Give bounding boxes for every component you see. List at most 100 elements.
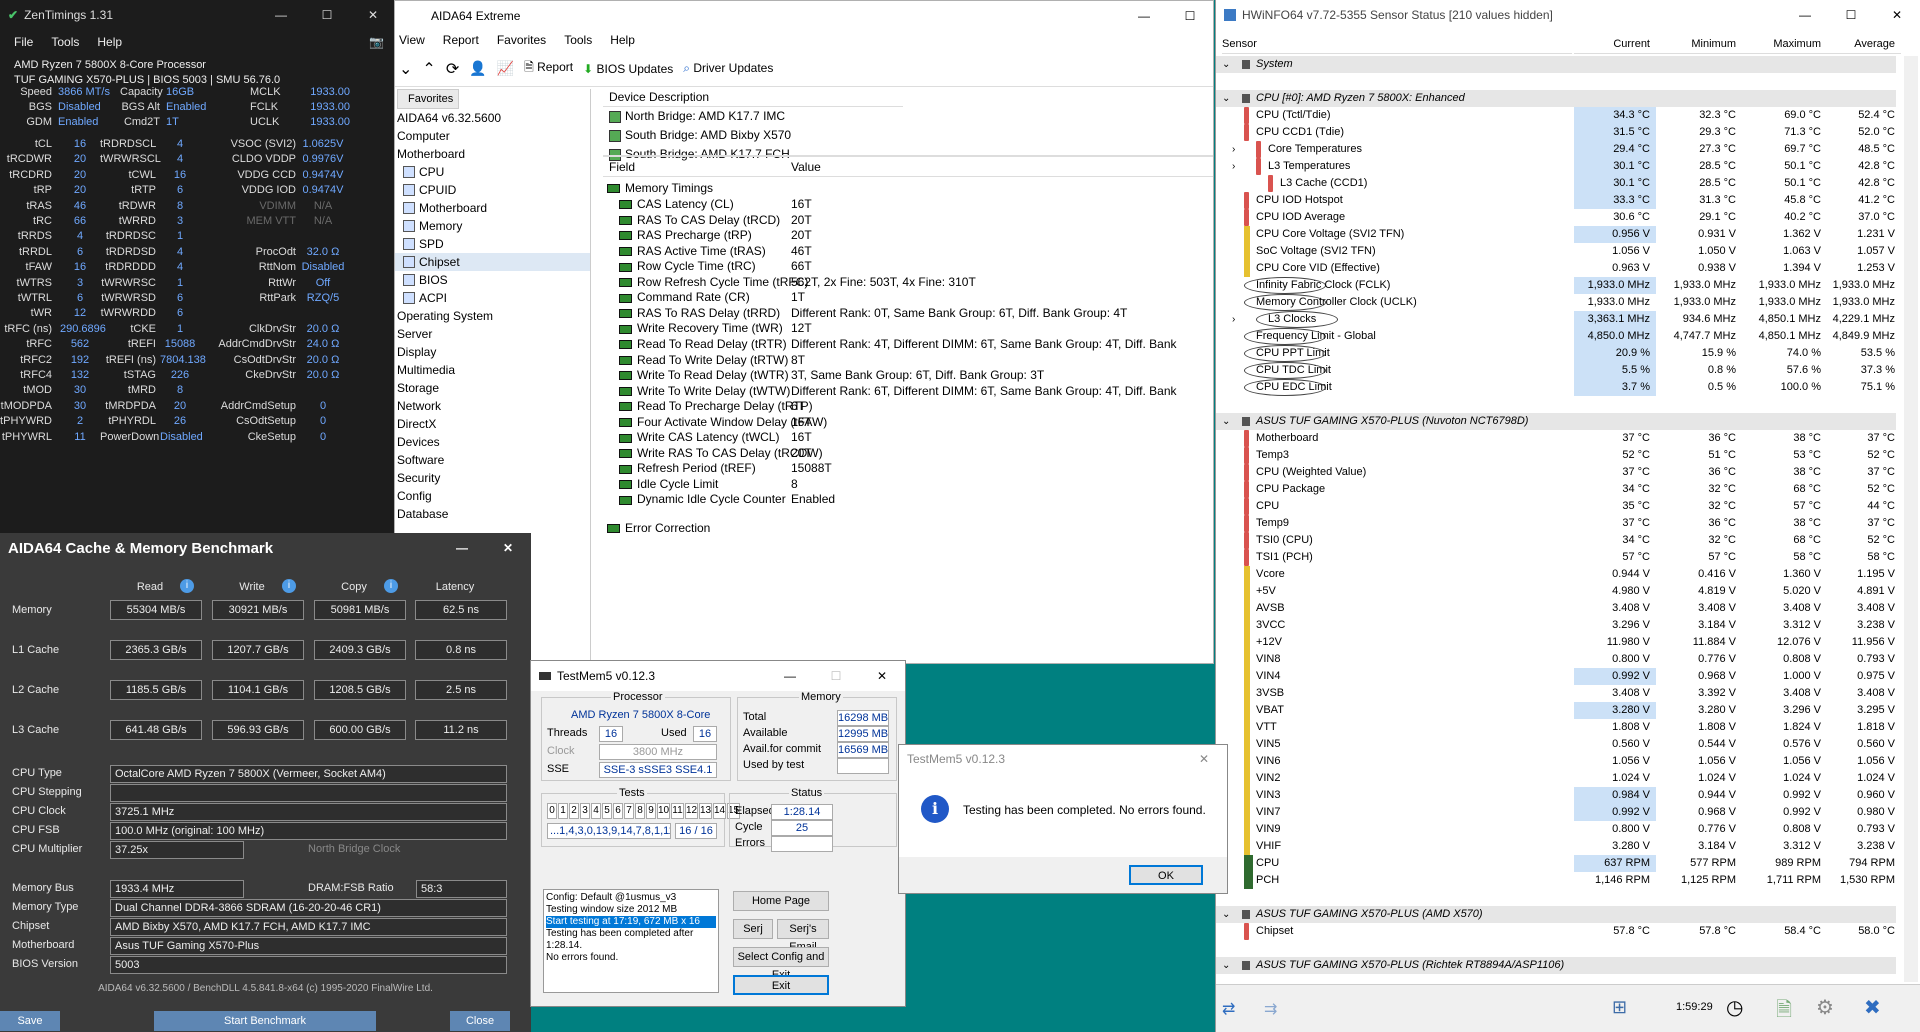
menu-tools[interactable]: Tools xyxy=(564,33,592,49)
report-icon[interactable]: 🗎 xyxy=(1776,995,1792,1029)
tree-item[interactable]: Database xyxy=(395,505,590,523)
sensor-group[interactable]: ⌄ ASUS TUF GAMING X570-PLUS (Richtek RT88… xyxy=(1216,957,1896,974)
arrows-right-icon[interactable]: ⇉ xyxy=(1264,999,1277,1019)
network-icon[interactable]: ⊞ xyxy=(1612,997,1627,1018)
collapse-chevron-icon[interactable]: ⌄ xyxy=(1222,413,1230,430)
exit-button[interactable]: Exit xyxy=(733,975,829,995)
close-icon[interactable]: ✖ xyxy=(1864,995,1881,1020)
clock-icon[interactable]: ◷ xyxy=(1726,995,1743,1020)
testmem-minimize-button[interactable]: — xyxy=(767,661,813,691)
sensor-row[interactable]: CPU CCD1 (Tdie) 31.5 °C 29.3 °C 71.3 °C 52.0… xyxy=(1216,124,1896,141)
tree-item[interactable]: Config xyxy=(395,487,590,505)
sensor-row[interactable]: VIN9 0.800 V 0.776 V 0.808 V 0.793 V xyxy=(1216,821,1896,838)
sensor-row[interactable]: CPU Core VID (Effective) 0.963 V 0.938 V 1.… xyxy=(1216,260,1896,277)
info-icon[interactable]: i xyxy=(282,579,296,593)
chevron-up-icon[interactable]: ⌃ xyxy=(422,59,435,79)
field-name[interactable]: Dynamic Idle Cycle Counter xyxy=(619,490,786,509)
device-item[interactable]: North Bridge: AMD K17.7 IMC xyxy=(603,107,1213,126)
ok-button[interactable]: OK xyxy=(1129,865,1203,885)
tree-item[interactable]: Memory xyxy=(395,217,590,235)
sensor-row[interactable]: CPU Core Voltage (SVI2 TFN) 0.956 V 0.931 … xyxy=(1216,226,1896,243)
chevron-down-icon[interactable]: ⌄ xyxy=(399,59,412,79)
sensor-row[interactable]: CPU EDC Limit 3.7 % 0.5 % 100.0 % 75.1 % xyxy=(1216,379,1896,396)
testmem-maximize-button[interactable]: ☐ xyxy=(813,661,859,691)
zentimings-titlebar[interactable]: ✔ ZenTimings 1.31 — ☐ ✕ xyxy=(0,0,396,30)
arrows-left-right-icon[interactable]: ⇄ xyxy=(1222,999,1235,1019)
field-column-header[interactable]: Field xyxy=(609,157,635,177)
start-benchmark-button[interactable]: Start Benchmark xyxy=(154,1011,376,1031)
sensor-row[interactable]: L3 Cache (CCD1) 30.1 °C 28.5 °C 50.1 °C 42.8… xyxy=(1216,175,1896,192)
tree-item[interactable]: Operating System xyxy=(395,307,590,325)
collapse-chevron-icon[interactable]: ⌄ xyxy=(1222,957,1230,974)
menu-help[interactable]: Help xyxy=(97,35,122,49)
sensor-row[interactable]: Frequency Limit - Global 4,850.0 MHz 4,747… xyxy=(1216,328,1896,345)
sensor-row[interactable]: CPU PPT Limit 20.9 % 15.9 % 74.0 % 53.5 % xyxy=(1216,345,1896,362)
minimum-column-header[interactable]: Minimum xyxy=(1656,34,1742,54)
tree-item[interactable]: CPU xyxy=(395,163,590,181)
sensor-row[interactable]: +12V 11.980 V 11.884 V 12.076 V 11.956 V xyxy=(1216,634,1896,651)
sensor-group[interactable]: ⌄ System xyxy=(1216,56,1896,73)
current-column-header[interactable]: Current xyxy=(1574,34,1656,54)
sensor-row[interactable]: Infinity Fabric Clock (FCLK) 1,933.0 MHz 1… xyxy=(1216,277,1896,294)
sensor-row[interactable]: › L3 Temperatures 30.1 °C 28.5 °C 50.1 °C 42.… xyxy=(1216,158,1896,175)
sensor-group[interactable]: ⌄ ASUS TUF GAMING X570-PLUS (AMD X570) xyxy=(1216,906,1896,923)
screenshot-icon[interactable]: 📷 xyxy=(369,35,384,49)
sensor-row[interactable]: VTT 1.808 V 1.808 V 1.824 V 1.818 V xyxy=(1216,719,1896,736)
tree-item[interactable]: CPUID xyxy=(395,181,590,199)
sensor-row[interactable]: Vcore 0.944 V 0.416 V 1.360 V 1.195 V xyxy=(1216,566,1896,583)
menu-help[interactable]: Help xyxy=(610,33,635,49)
aida-titlebar[interactable]: AIDA64 Extreme — ☐ xyxy=(395,1,1213,31)
minimize-button[interactable]: — xyxy=(258,0,304,30)
sensor-row[interactable]: CPU Package 34 °C 32 °C 68 °C 52 °C xyxy=(1216,481,1896,498)
expand-chevron-icon[interactable]: › xyxy=(1232,141,1235,158)
report-button[interactable]: 🗎 Report xyxy=(524,58,573,79)
sensor-row[interactable]: VIN7 0.992 V 0.968 V 0.992 V 0.980 V xyxy=(1216,804,1896,821)
refresh-icon[interactable]: ⟳ xyxy=(446,59,459,79)
aida-minimize-button[interactable]: — xyxy=(1121,1,1167,31)
sensor-row[interactable]: VIN2 1.024 V 1.024 V 1.024 V 1.024 V xyxy=(1216,770,1896,787)
serj-email-button[interactable]: Serj's Email xyxy=(777,919,829,953)
benchmark-minimize-button[interactable]: — xyxy=(439,533,485,563)
tree-item[interactable]: Multimedia xyxy=(395,361,590,379)
user-icon[interactable]: 👤 xyxy=(469,60,486,77)
sensor-row[interactable]: Temp9 37 °C 36 °C 38 °C 37 °C xyxy=(1216,515,1896,532)
menu-view[interactable]: View xyxy=(399,33,425,49)
driver-updates-button[interactable]: ⌕ Driver Updates xyxy=(683,61,773,76)
sensor-row[interactable]: VIN8 0.800 V 0.776 V 0.808 V 0.793 V xyxy=(1216,651,1896,668)
maximum-column-header[interactable]: Maximum xyxy=(1742,34,1827,54)
collapse-chevron-icon[interactable]: ⌄ xyxy=(1222,56,1230,73)
sensor-row[interactable]: VIN5 0.560 V 0.544 V 0.576 V 0.560 V xyxy=(1216,736,1896,753)
tree-item[interactable]: Display xyxy=(395,343,590,361)
tree-item[interactable]: SPD xyxy=(395,235,590,253)
tree-item[interactable]: BIOS xyxy=(395,271,590,289)
tree-item[interactable]: Chipset xyxy=(395,253,590,271)
testmem-close-button[interactable]: ✕ xyxy=(859,661,905,691)
sensor-row[interactable]: VIN6 1.056 V 1.056 V 1.056 V 1.056 V xyxy=(1216,753,1896,770)
sensor-row[interactable]: AVSB 3.408 V 3.408 V 3.408 V 3.408 V xyxy=(1216,600,1896,617)
tree-item[interactable]: Network xyxy=(395,397,590,415)
expand-chevron-icon[interactable]: › xyxy=(1232,158,1235,175)
sensor-row[interactable]: Memory Controller Clock (UCLK) 1,933.0 MH… xyxy=(1216,294,1896,311)
sensor-column-header[interactable]: Sensor xyxy=(1222,34,1572,54)
sensor-row[interactable]: CPU IOD Hotspot 33.3 °C 31.3 °C 45.8 °C 41.2… xyxy=(1216,192,1896,209)
info-icon[interactable]: i xyxy=(180,579,194,593)
sensor-row[interactable]: › Core Temperatures 29.4 °C 27.3 °C 69.7 °C 4… xyxy=(1216,141,1896,158)
sensor-row[interactable]: Motherboard 37 °C 36 °C 38 °C 37 °C xyxy=(1216,430,1896,447)
dialog-close-button[interactable]: ✕ xyxy=(1181,745,1227,774)
settings-icon[interactable]: ⚙ xyxy=(1816,995,1834,1020)
sensor-row[interactable]: VBAT 3.280 V 3.280 V 3.296 V 3.295 V xyxy=(1216,702,1896,719)
sensor-row[interactable]: Temp3 52 °C 51 °C 53 °C 52 °C xyxy=(1216,447,1896,464)
aida-maximize-button[interactable]: ☐ xyxy=(1167,1,1213,31)
sensor-row[interactable]: TSI1 (PCH) 57 °C 57 °C 58 °C 58 °C xyxy=(1216,549,1896,566)
save-button[interactable]: Save xyxy=(0,1011,60,1031)
sensor-row[interactable]: CPU 637 RPM 577 RPM 989 RPM 794 RPM xyxy=(1216,855,1896,872)
maximize-button[interactable]: ☐ xyxy=(304,0,350,30)
benchmark-close-button[interactable]: ✕ xyxy=(485,533,531,563)
favorites-tab[interactable]: Favorites xyxy=(397,89,459,109)
menu-report[interactable]: Report xyxy=(443,33,479,49)
sensor-row[interactable]: CPU IOD Average 30.6 °C 29.1 °C 40.2 °C 37.0… xyxy=(1216,209,1896,226)
tree-item[interactable]: Motherboard xyxy=(395,199,590,217)
home-page-button[interactable]: Home Page xyxy=(733,891,829,911)
menu-favorites[interactable]: Favorites xyxy=(497,33,546,49)
sensor-row[interactable]: CPU (Tctl/Tdie) 34.3 °C 32.3 °C 69.0 °C 52.4… xyxy=(1216,107,1896,124)
